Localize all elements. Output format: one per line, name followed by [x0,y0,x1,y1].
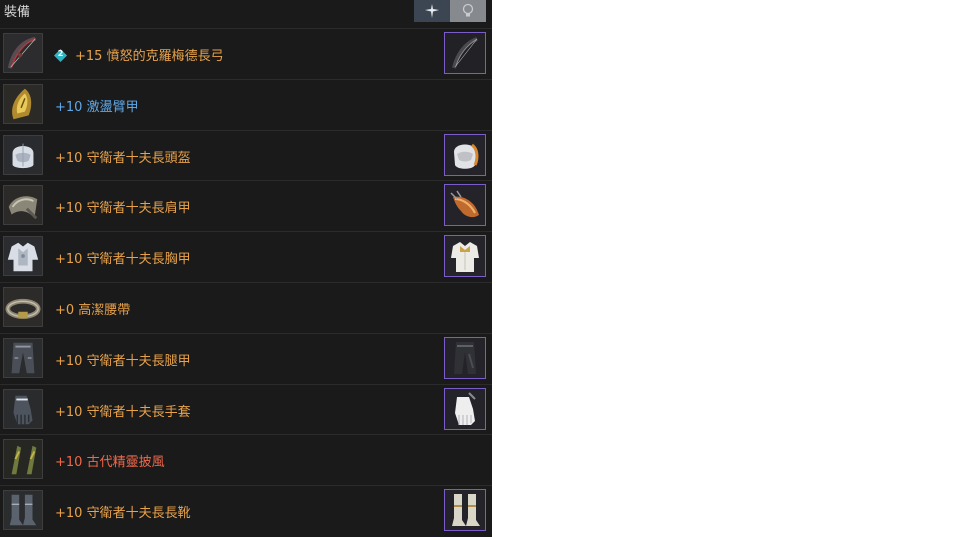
equipment-row-bracer[interactable]: +10 激盪臂甲 [0,78,492,129]
equipment-row-chest[interactable]: +10 守衛者十夫長胸甲 [0,231,492,281]
equipment-row-bow[interactable]: 2 +15 憤怒的克羅梅德長弓 [0,28,492,78]
enhance-badge-count: 2 [57,49,64,58]
shoulder-icon[interactable] [3,185,43,226]
cape-icon[interactable] [3,439,43,480]
equipment-panel: 裝備 2 +15 憤怒的克羅梅德長弓 +10 激盪臂甲 +10 守衛者十夫長頭盔 +10… [0,0,492,537]
equipment-row-cape[interactable]: +10 古代精靈披風 [0,434,492,484]
lightbulb-icon [462,3,474,17]
helmet-appearance-icon[interactable] [444,133,486,176]
item-name: +10 守衛者十夫長長靴 [55,506,191,522]
equipment-row-gloves[interactable]: +10 守衛者十夫長手套 [0,383,492,434]
equipment-row-legs[interactable]: +10 守衛者十夫長腿甲 [0,332,492,383]
item-name: +10 古代精靈披風 [55,455,165,471]
bracer-icon[interactable] [3,83,43,124]
gloves-appearance-icon[interactable] [444,387,486,430]
tab-lightbulb[interactable] [450,0,486,22]
item-name: +10 激盪臂甲 [55,99,139,115]
boots-appearance-icon[interactable] [444,489,486,532]
item-name: +10 守衛者十夫長胸甲 [55,252,191,268]
belt-icon[interactable] [3,287,43,327]
gloves-icon[interactable] [3,388,43,429]
equipment-row-boots[interactable]: +10 守衛者十夫長長靴 [0,485,492,535]
item-name: +10 守衛者十夫長肩甲 [55,201,191,217]
chest-icon[interactable] [3,236,43,277]
equipment-row-helmet[interactable]: +10 守衛者十夫長頭盔 [0,129,492,180]
boots-icon[interactable] [3,490,43,531]
item-name: +0 高潔腰帶 [55,303,131,318]
legs-appearance-icon[interactable] [444,336,486,379]
bow-icon[interactable] [3,33,43,73]
item-name: +10 守衛者十夫長腿甲 [55,353,191,369]
panel-header: 裝備 [0,0,492,28]
item-name: +15 憤怒的克羅梅德長弓 [75,49,224,64]
bow-appearance-icon[interactable] [444,32,486,74]
helmet-icon[interactable] [3,134,43,175]
panel-title: 裝備 [4,5,31,20]
equipment-row-belt[interactable]: +0 高潔腰帶 [0,282,492,332]
tab-weapon[interactable] [414,0,450,22]
item-name: +10 守衛者十夫長頭盔 [55,150,191,166]
equipment-row-shoulder[interactable]: +10 守衛者十夫長肩甲 [0,180,492,230]
item-name: +10 守衛者十夫長手套 [55,404,191,420]
legs-icon[interactable] [3,337,43,378]
weapon-icon [425,4,439,18]
shoulder-appearance-icon[interactable] [444,184,486,227]
chest-appearance-icon[interactable] [444,235,486,278]
